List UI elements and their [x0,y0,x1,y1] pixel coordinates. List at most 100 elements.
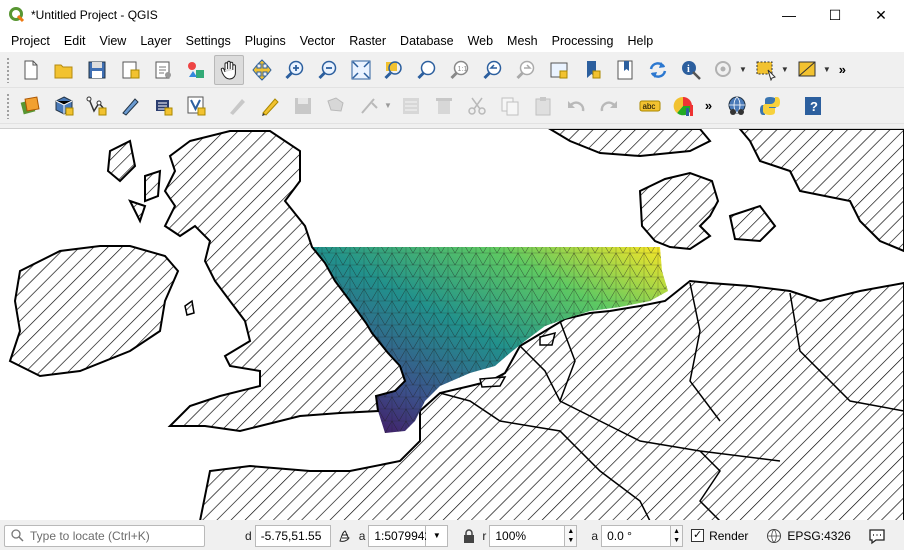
zoom-in-button[interactable] [280,55,310,85]
modify-attributes-button[interactable] [396,91,426,121]
menu-view[interactable]: View [92,30,133,52]
crs-value[interactable]: EPSG:4326 [787,529,850,543]
menu-mesh[interactable]: Mesh [500,30,545,52]
render-checkbox[interactable]: ✓ [691,529,705,542]
redo-button[interactable] [594,91,624,121]
deselect-button[interactable] [793,55,823,85]
diagram-button[interactable] [668,91,698,121]
magnifier-field[interactable]: 100% [489,524,566,547]
save-edits-button[interactable] [288,91,318,121]
undo-button[interactable] [561,91,591,121]
new-project-button[interactable] [16,55,46,85]
new-print-layout-button[interactable] [115,55,145,85]
identify-dropdown-icon[interactable]: ▼ [739,65,747,74]
deselect-dropdown-icon[interactable]: ▼ [823,65,831,74]
locator-search-input[interactable]: Type to locate (Ctrl+K) [4,524,205,547]
save-project-button[interactable] [82,55,112,85]
layout-manager-button[interactable] [148,55,178,85]
vertex-tool-button[interactable] [354,91,384,121]
cut-features-button[interactable] [462,91,492,121]
identify-mode-button[interactable] [709,55,739,85]
minimize-button[interactable]: — [766,0,812,30]
scale-dropdown-button[interactable]: ▼ [426,524,449,547]
pan-to-selection-button[interactable] [247,55,277,85]
magnifier-value: 100% [495,528,527,543]
rotation-field[interactable]: 0.0 ° [601,524,672,547]
add-feature-button[interactable] [321,91,351,121]
new-project-icon [24,60,38,79]
zoom-to-selection-icon [384,60,402,79]
digitize-icon [122,97,139,116]
toolbar2-more-button[interactable]: » [705,98,712,113]
menu-project[interactable]: Project [4,30,57,52]
help-button[interactable]: ? [798,91,828,121]
zoom-out-button[interactable] [313,55,343,85]
rotation-value: 0.0 ° [607,528,632,543]
lock-scale-icon[interactable] [462,528,476,543]
messages-icon[interactable] [868,527,886,545]
menu-vector[interactable]: Vector [293,30,342,52]
maximize-button[interactable]: ☐ [812,0,858,30]
virtual-layer-icon [187,96,206,115]
label-toolbar-button[interactable]: abc [635,91,665,121]
vertex-dropdown-icon[interactable]: ▼ [384,101,392,110]
menu-layer[interactable]: Layer [133,30,178,52]
zoom-next-button[interactable] [511,55,541,85]
refresh-button[interactable] [643,55,673,85]
show-bookmarks-button[interactable] [610,55,640,85]
zoom-to-selection-button[interactable] [379,55,409,85]
menu-web[interactable]: Web [461,30,500,52]
menu-raster[interactable]: Raster [342,30,393,52]
open-project-button[interactable] [49,55,79,85]
label-icon: abc [639,100,661,111]
map-canvas[interactable] [0,128,904,520]
virtual-layer-button[interactable] [181,91,211,121]
metasearch-button[interactable] [722,91,752,121]
menu-edit[interactable]: Edit [57,30,93,52]
current-edits-icon [230,98,245,115]
identify-mode-icon [715,60,731,77]
zoom-last-button[interactable] [478,55,508,85]
toolbar1-more-button[interactable]: » [839,62,846,77]
rotation-spinner[interactable]: ▲ ▼ [671,524,684,547]
close-button[interactable]: ✕ [858,0,904,30]
zoom-full-button[interactable] [346,55,376,85]
new-bookmark-button[interactable] [577,55,607,85]
toolbar-grip[interactable] [6,56,10,83]
copy-features-button[interactable] [495,91,525,121]
delete-selected-button[interactable] [429,91,459,121]
pan-button[interactable] [214,54,244,85]
toggle-editing-button[interactable] [255,91,285,121]
select-dropdown-icon[interactable]: ▼ [781,65,789,74]
menu-help[interactable]: Help [620,30,660,52]
new-temp-layer-button[interactable] [148,91,178,121]
zoom-native-button[interactable]: 1:1 [445,55,475,85]
current-edits-button[interactable] [222,91,252,121]
menu-settings[interactable]: Settings [179,30,238,52]
land-ireland [8,245,180,378]
crs-globe-icon[interactable] [766,528,782,544]
toolbar-grip[interactable] [6,92,10,119]
magnifier-spinner[interactable]: ▲ ▼ [565,524,578,547]
pan-icon [220,60,236,80]
scale-field[interactable]: 1:5079942 [368,524,431,547]
data-source-manager-button[interactable] [16,91,46,121]
digitize-button[interactable] [115,91,145,121]
land-denmark [638,171,777,251]
identify-button[interactable]: i [676,55,706,85]
menu-processing[interactable]: Processing [545,30,621,52]
toggle-extents-icon[interactable] [337,528,353,544]
zoom-to-layer-button[interactable] [412,55,442,85]
new-map-view-button[interactable] [544,55,574,85]
new-geopackage-button[interactable] [49,91,79,121]
coordinate-field[interactable]: -5.75,51.55 [254,524,331,547]
python-console-button[interactable] [755,91,785,121]
select-feature-button[interactable] [751,55,781,85]
open-project-icon [54,64,73,78]
new-shapefile-button[interactable] [82,91,112,121]
paste-features-button[interactable] [528,91,558,121]
svg-text:i: i [687,64,690,75]
menu-plugins[interactable]: Plugins [238,30,293,52]
menu-database[interactable]: Database [393,30,461,52]
style-manager-button[interactable] [181,55,211,85]
